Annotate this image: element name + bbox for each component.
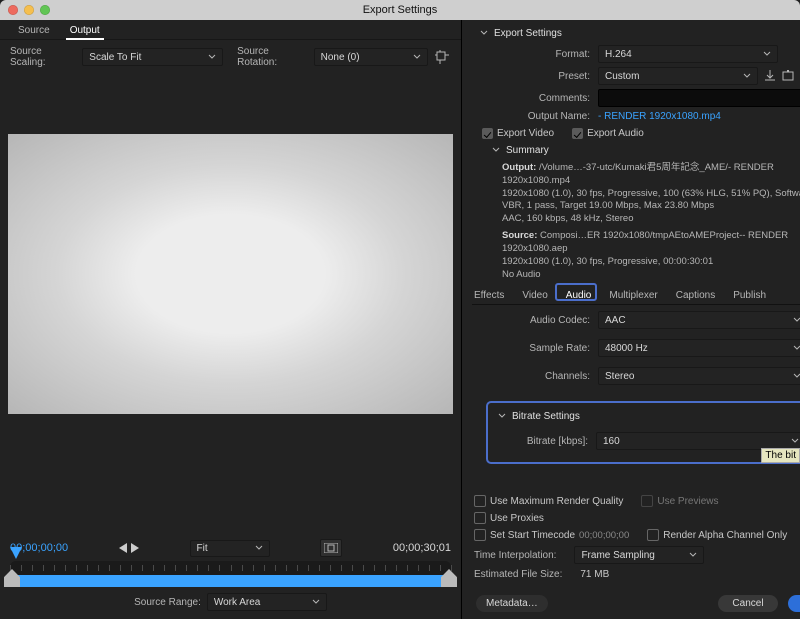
- tab-output[interactable]: Output: [60, 22, 110, 39]
- comments-label: Comments:: [480, 93, 590, 104]
- summary-source-text: Composi…ER 1920x1080/tmpAEtoAMEProject--…: [502, 230, 788, 279]
- source-scaling-value: Scale To Fit: [89, 52, 141, 63]
- channels-select[interactable]: Stereo: [598, 367, 800, 385]
- chevron-down-icon: [793, 317, 800, 323]
- chevron-down-icon: [689, 552, 697, 558]
- chevron-down-icon: [312, 599, 320, 605]
- step-forward-icon[interactable]: [131, 543, 139, 553]
- tab-publish[interactable]: Publish: [731, 289, 768, 302]
- source-range-select[interactable]: Work Area: [207, 593, 327, 611]
- zoom-fit-value: Fit: [197, 543, 208, 554]
- metadata-button[interactable]: Metadata…: [476, 595, 548, 612]
- timecode-end: 00;00;30;01: [393, 542, 451, 554]
- summary-output-text: /Volume…-37-utc/Kumaki君5周年記念_AME/- RENDE…: [502, 162, 800, 224]
- estimated-size-label: Estimated File Size:: [474, 569, 562, 580]
- summary-output-label: Output:: [502, 162, 536, 173]
- chevron-down-icon: [208, 54, 216, 60]
- bitrate-settings-title: Bitrate Settings: [512, 411, 580, 422]
- chevron-down-icon[interactable]: [480, 28, 488, 39]
- start-timecode-value: 00;00;00;00: [579, 530, 629, 541]
- tab-video[interactable]: Video: [520, 289, 549, 302]
- aspect-ratio-icon[interactable]: [320, 539, 342, 557]
- tab-captions[interactable]: Captions: [674, 289, 717, 302]
- cancel-button[interactable]: Cancel: [718, 595, 777, 612]
- render-alpha-only-checkbox[interactable]: Render Alpha Channel Only: [647, 529, 787, 541]
- source-scaling-label: Source Scaling:: [10, 46, 76, 68]
- source-rotation-value: None (0): [321, 52, 360, 63]
- bitrate-settings-highlight: Bitrate Settings Bitrate [kbps]: 160: [486, 401, 800, 464]
- preset-value: Custom: [605, 71, 639, 82]
- time-interpolation-label: Time Interpolation:: [474, 550, 556, 561]
- source-range-label: Source Range:: [134, 597, 201, 608]
- titlebar: Export Settings: [0, 0, 800, 20]
- format-label: Format:: [480, 49, 590, 60]
- preview-canvas[interactable]: [8, 134, 453, 414]
- tab-multiplexer[interactable]: Multiplexer: [607, 289, 659, 302]
- timeline-ruler[interactable]: [10, 561, 451, 575]
- format-value: H.264: [605, 49, 632, 60]
- tab-audio[interactable]: Audio: [564, 289, 594, 302]
- timeline-range[interactable]: [10, 575, 451, 587]
- use-proxies-checkbox[interactable]: Use Proxies: [474, 512, 544, 524]
- chevron-down-icon: [763, 51, 771, 57]
- preset-label: Preset:: [480, 71, 590, 82]
- tooltip: The bit: [761, 448, 800, 463]
- chevron-down-icon[interactable]: [498, 411, 506, 422]
- import-preset-icon[interactable]: [782, 69, 794, 84]
- tab-effects[interactable]: Effects: [472, 289, 506, 302]
- chevron-down-icon: [793, 373, 800, 379]
- export-audio-checkbox[interactable]: Export Audio: [572, 128, 644, 139]
- estimated-size-value: 71 MB: [580, 569, 609, 580]
- chevron-down-icon[interactable]: [492, 145, 500, 156]
- output-name-link[interactable]: - RENDER 1920x1080.mp4: [598, 111, 800, 122]
- ok-button[interactable]: OK: [788, 595, 800, 612]
- audio-codec-label: Audio Codec:: [480, 315, 590, 326]
- export-video-checkbox[interactable]: Export Video: [482, 128, 554, 139]
- chevron-down-icon: [793, 345, 800, 351]
- chevron-down-icon: [255, 545, 263, 551]
- step-back-icon[interactable]: [119, 543, 127, 553]
- source-rotation-select[interactable]: None (0): [314, 48, 428, 66]
- tab-source[interactable]: Source: [8, 22, 60, 39]
- crop-source-icon[interactable]: [434, 48, 451, 66]
- summary-section-title: Summary: [506, 145, 549, 156]
- max-render-quality-checkbox[interactable]: Use Maximum Render Quality: [474, 495, 623, 507]
- window-title: Export Settings: [0, 4, 800, 16]
- chevron-down-icon: [743, 73, 751, 79]
- bitrate-label: Bitrate [kbps]:: [498, 436, 588, 447]
- time-interpolation-select[interactable]: Frame Sampling: [574, 546, 704, 564]
- export-settings-section-title: Export Settings: [494, 28, 562, 39]
- sample-rate-select[interactable]: 48000 Hz: [598, 339, 800, 357]
- source-range-value: Work Area: [214, 597, 261, 608]
- zoom-fit-select[interactable]: Fit: [190, 540, 270, 557]
- summary-source-label: Source:: [502, 230, 537, 241]
- use-previews-checkbox: Use Previews: [641, 495, 718, 507]
- channels-label: Channels:: [480, 371, 590, 382]
- set-start-timecode-checkbox[interactable]: Set Start Timecode 00;00;00;00: [474, 529, 629, 541]
- output-name-label: Output Name:: [480, 111, 590, 122]
- chevron-down-icon: [791, 438, 799, 444]
- preset-select[interactable]: Custom: [598, 67, 758, 85]
- sample-rate-label: Sample Rate:: [480, 343, 590, 354]
- source-rotation-label: Source Rotation:: [237, 46, 308, 68]
- format-select[interactable]: H.264: [598, 45, 778, 63]
- comments-input[interactable]: [598, 89, 800, 107]
- source-scaling-select[interactable]: Scale To Fit: [82, 48, 223, 66]
- audio-codec-select[interactable]: AAC: [598, 311, 800, 329]
- chevron-down-icon: [413, 54, 421, 60]
- save-preset-icon[interactable]: [764, 69, 776, 84]
